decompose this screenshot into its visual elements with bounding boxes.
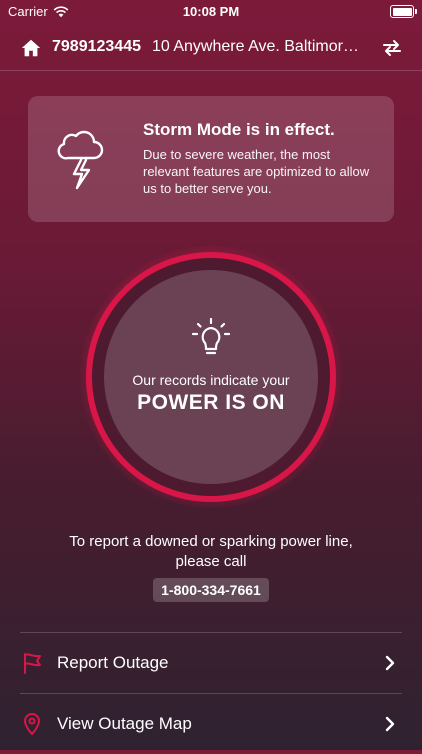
report-outage-label: Report Outage [57,653,169,672]
power-status-indicator: Our records indicate your POWER IS ON [80,246,342,508]
report-outage-button[interactable]: Report Outage [20,632,402,693]
battery-icon [390,5,417,18]
view-outage-map-label: View Outage Map [57,714,192,733]
report-info-line1: To report a downed or sparking power lin… [69,533,353,550]
address-bar[interactable]: 7989123445 10 Anywhere Ave. Baltimore, M… [0,28,422,71]
home-icon [21,39,41,57]
action-menu: Report Outage View Outage Map [20,632,402,754]
storm-cloud-icon [57,130,104,190]
map-pin-icon [24,713,40,735]
account-number: 7989123445 [52,38,141,55]
flag-icon [24,653,41,674]
power-status-text: POWER IS ON [137,391,285,414]
storm-mode-banner: Storm Mode is in effect. Due to severe w… [28,96,394,222]
report-power-line-info: To report a downed or sparking power lin… [0,532,422,602]
power-status-subtitle: Our records indicate your [132,372,290,388]
chevron-right-icon [385,655,395,671]
phone-number-link[interactable]: 1-800-334-7661 [153,578,269,602]
status-bar: Carrier 10:08 PM [0,0,422,24]
lightbulb-icon [191,317,231,355]
storm-mode-message: Due to severe weather, the most relevant… [143,147,370,196]
switch-account-icon[interactable] [380,36,404,60]
service-address: 10 Anywhere Ave. Baltimore, MD [152,38,362,55]
report-info-line2: please call [175,553,247,570]
storm-mode-title: Storm Mode is in effect. [143,120,335,139]
view-outage-map-button[interactable]: View Outage Map [20,693,402,754]
chevron-right-icon [385,716,395,732]
clock: 10:08 PM [182,4,240,19]
